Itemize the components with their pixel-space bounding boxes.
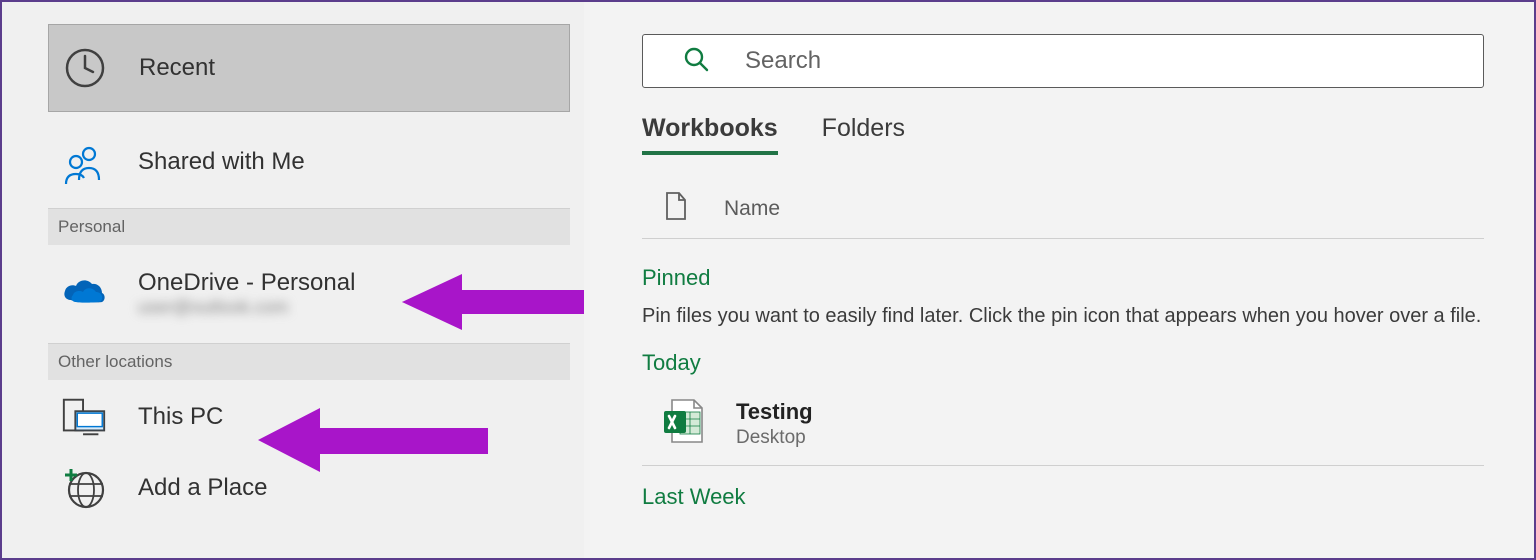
section-personal: Personal	[48, 208, 570, 245]
nav-shared[interactable]: Shared with Me	[48, 118, 580, 206]
people-icon	[60, 140, 108, 184]
tabs: Workbooks Folders	[642, 114, 1484, 155]
list-header: Name	[642, 191, 1484, 239]
search-icon	[683, 46, 709, 77]
pc-icon	[60, 395, 108, 439]
group-today-title: Today	[642, 350, 1484, 376]
tab-workbooks[interactable]: Workbooks	[642, 114, 778, 155]
search-input[interactable]	[745, 47, 1443, 75]
file-row[interactable]: Testing Desktop	[642, 376, 1484, 466]
nav-recent[interactable]: Recent	[48, 24, 570, 112]
nav-onedrive[interactable]: OneDrive - Personal user@outlook.com	[48, 245, 580, 341]
nav-shared-label: Shared with Me	[138, 148, 305, 176]
column-name[interactable]: Name	[724, 197, 780, 221]
onedrive-icon	[60, 278, 108, 308]
document-icon	[664, 191, 688, 226]
search-box[interactable]	[642, 34, 1484, 88]
tab-folders[interactable]: Folders	[822, 114, 905, 155]
sidebar: Recent Shared with Me Personal	[2, 2, 584, 558]
excel-file-icon	[658, 396, 708, 451]
clock-icon	[61, 46, 109, 90]
file-location: Desktop	[736, 427, 813, 449]
add-place-icon	[60, 466, 108, 510]
section-other-locations: Other locations	[48, 343, 570, 380]
group-pinned-title: Pinned	[642, 265, 1484, 291]
pinned-hint: Pin files you want to easily find later.…	[642, 305, 1484, 328]
nav-thispc[interactable]: This PC	[48, 380, 580, 454]
nav-onedrive-email: user@outlook.com	[138, 297, 355, 318]
group-lastweek-title: Last Week	[642, 484, 1484, 510]
nav-addplace[interactable]: Add a Place	[48, 454, 580, 522]
nav-onedrive-label: OneDrive - Personal	[138, 269, 355, 297]
nav-thispc-label: This PC	[138, 403, 223, 431]
nav-addplace-label: Add a Place	[138, 474, 267, 502]
main-panel: Workbooks Folders Name Pinned Pin files …	[584, 2, 1534, 558]
nav-recent-label: Recent	[139, 54, 215, 82]
file-name: Testing	[736, 399, 813, 425]
